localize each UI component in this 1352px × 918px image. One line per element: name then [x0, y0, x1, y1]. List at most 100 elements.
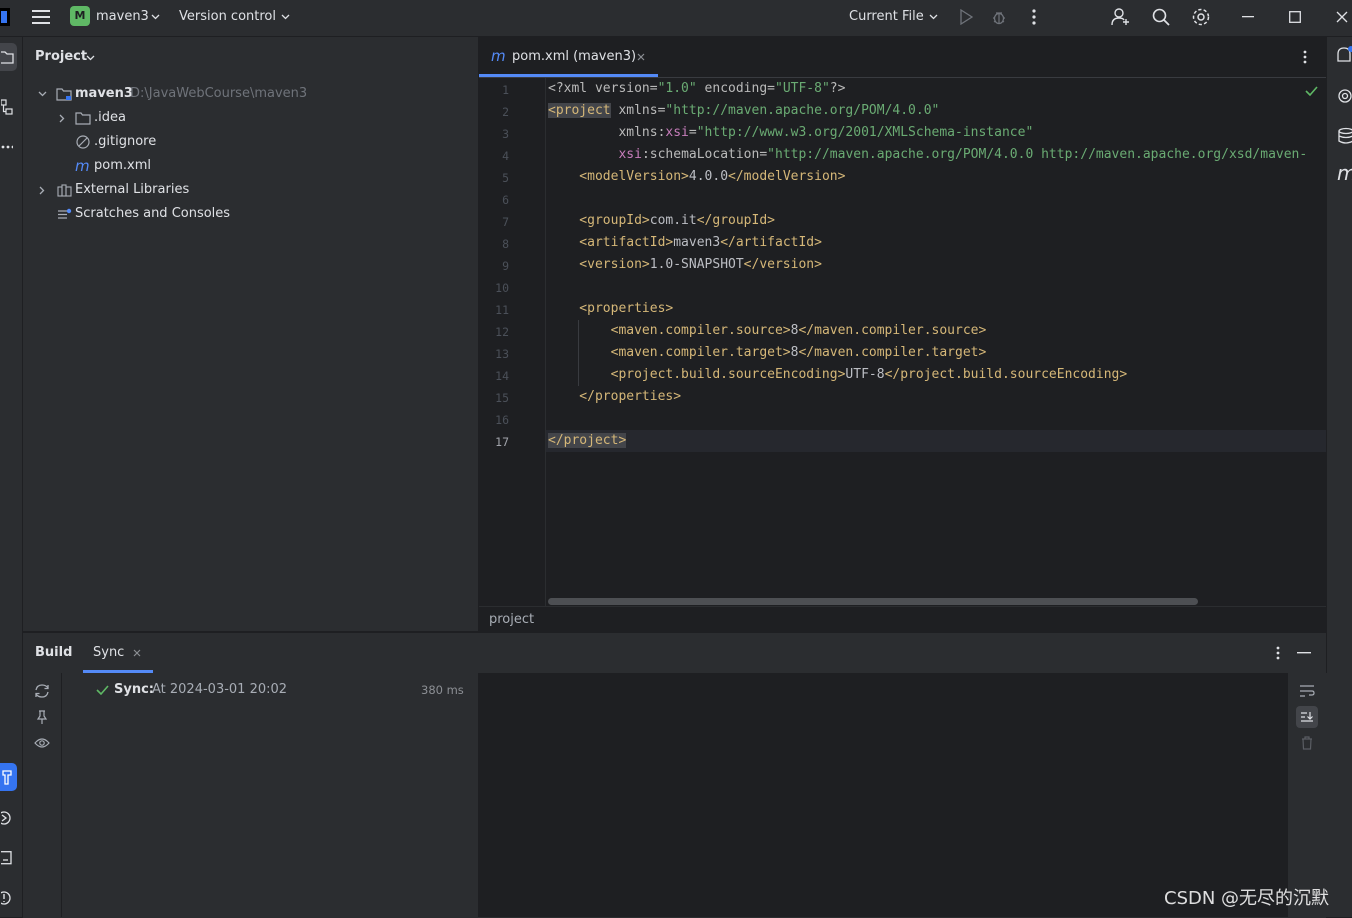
- close-window-icon[interactable]: [1332, 6, 1352, 28]
- soft-wrap-icon[interactable]: [1298, 682, 1316, 700]
- code-token: UTF-8: [845, 367, 885, 382]
- line-number: 5: [502, 171, 509, 185]
- code-line[interactable]: <version>1.0-SNAPSHOT</version>: [548, 254, 822, 276]
- breadcrumb-item[interactable]: project: [489, 612, 534, 627]
- code-line[interactable]: <groupId>com.it</groupId>: [548, 210, 775, 232]
- more-options-icon[interactable]: [1024, 7, 1044, 27]
- build-tree-row-sync[interactable]: Sync: At 2024-03-01 20:02 380 ms: [62, 679, 478, 701]
- code-token: <project.build.sourceEncoding>: [548, 367, 846, 382]
- code-token: =: [688, 125, 697, 140]
- folder-icon: [75, 110, 91, 126]
- code-line[interactable]: <project.build.sourceEncoding>UTF-8</pro…: [548, 364, 1128, 386]
- code-line[interactable]: <properties>: [548, 298, 673, 320]
- inspection-ok-check-icon[interactable]: [1303, 83, 1319, 99]
- breadcrumb: project: [479, 606, 1326, 632]
- build-options-icon[interactable]: [1270, 645, 1286, 661]
- eye-icon[interactable]: [33, 734, 51, 752]
- code-line[interactable]: <artifactId>maven3</artifactId>: [548, 232, 822, 254]
- tab-options-icon[interactable]: [1297, 49, 1313, 65]
- editor-tab-pom-xml[interactable]: m pom.xml (maven3): [479, 37, 658, 77]
- maven-file-icon: m: [491, 47, 506, 65]
- run-icon[interactable]: [956, 7, 976, 27]
- chevron-right-icon[interactable]: [37, 185, 47, 195]
- tree-item-external-libraries[interactable]: External Libraries: [23, 179, 478, 201]
- sync-refresh-icon[interactable]: [33, 682, 51, 700]
- project-tool-button[interactable]: [0, 43, 17, 71]
- chevron-down-icon[interactable]: [37, 89, 47, 99]
- run-config-dropdown[interactable]: Current File: [849, 9, 924, 24]
- project-panel-title[interactable]: Project: [35, 49, 87, 64]
- tab-sync[interactable]: Sync: [83, 633, 153, 673]
- services-tool-icon[interactable]: [0, 807, 14, 829]
- minimize-window-icon[interactable]: [1238, 6, 1258, 28]
- database-icon[interactable]: [1335, 125, 1352, 147]
- tree-item-gitignore[interactable]: .gitignore: [23, 131, 478, 153]
- line-number-current: 17: [495, 435, 509, 449]
- sync-status-label: Sync:: [114, 682, 154, 697]
- clear-all-trash-icon[interactable]: [1298, 734, 1316, 752]
- code-token: xmlns:: [548, 125, 666, 140]
- terminal-tool-icon[interactable]: [0, 847, 14, 869]
- chevron-down-icon: [85, 53, 95, 63]
- sync-status-detail: At 2024-03-01 20:02: [152, 682, 288, 697]
- code-token: <?xml version=: [548, 81, 658, 96]
- horizontal-scrollbar[interactable]: [548, 598, 1198, 605]
- line-number: 9: [502, 259, 509, 273]
- tree-item-idea[interactable]: .idea: [23, 107, 478, 129]
- code-token: 1.0-SNAPSHOT: [649, 257, 744, 272]
- project-name-dropdown[interactable]: maven3: [96, 9, 149, 24]
- code-token: </properties>: [548, 389, 682, 404]
- tree-item-label: pom.xml: [94, 158, 151, 173]
- pin-icon[interactable]: [33, 708, 51, 726]
- code-line[interactable]: xmlns:xsi="http://www.w3.org/2001/XMLSch…: [548, 122, 1033, 144]
- scroll-to-end-button[interactable]: [1296, 706, 1318, 728]
- code-token: "1.0": [657, 81, 697, 96]
- code-line[interactable]: <modelVersion>4.0.0</modelVersion>: [548, 166, 845, 188]
- project-tool-window: Project maven3 D:\JavaWebCourse\maven3 .…: [23, 37, 479, 631]
- code-token: <maven.compiler.target>: [548, 345, 791, 360]
- library-icon: [56, 182, 72, 198]
- code-line[interactable]: </properties>: [548, 386, 681, 408]
- line-number: 14: [495, 369, 509, 383]
- build-toolbar: [23, 673, 62, 917]
- code-line[interactable]: <project xmlns="http://maven.apache.org/…: [548, 100, 939, 122]
- notifications-bell-icon[interactable]: [1335, 45, 1352, 67]
- code-token: xmlns=: [610, 103, 666, 118]
- maximize-window-icon[interactable]: [1285, 6, 1305, 28]
- settings-gear-icon[interactable]: [1190, 6, 1212, 28]
- main-menu-icon[interactable]: [30, 6, 52, 28]
- chevron-right-icon[interactable]: [57, 113, 67, 123]
- problems-tool-icon[interactable]: [0, 887, 14, 909]
- line-number: 4: [502, 149, 509, 163]
- hide-panel-icon[interactable]: [1295, 645, 1313, 661]
- add-user-icon[interactable]: [1110, 6, 1132, 28]
- tree-item-pom-xml[interactable]: m pom.xml: [23, 155, 478, 177]
- code-line[interactable]: <maven.compiler.target>8</maven.compiler…: [548, 342, 987, 364]
- code-line[interactable]: <maven.compiler.source>8</maven.compiler…: [548, 320, 987, 342]
- code-token: </maven.compiler.source>: [798, 323, 987, 338]
- build-panel-title[interactable]: Build: [35, 645, 72, 660]
- success-check-icon: [95, 683, 109, 697]
- build-tool-button[interactable]: [0, 763, 17, 791]
- close-tab-icon[interactable]: [635, 51, 647, 63]
- module-folder-icon: [56, 86, 72, 102]
- code-line[interactable]: <?xml version="1.0" encoding="UTF-8"?>: [548, 78, 845, 100]
- close-tab-icon[interactable]: [132, 648, 142, 658]
- maven-tool-icon[interactable]: m: [1337, 161, 1352, 185]
- build-console-output[interactable]: [479, 673, 1287, 917]
- vcs-dropdown[interactable]: Version control: [179, 9, 276, 24]
- ai-assistant-icon[interactable]: [1335, 85, 1352, 107]
- code-token: </modelVersion>: [728, 169, 846, 184]
- more-tools-icon[interactable]: [0, 137, 14, 157]
- line-number: 12: [495, 325, 509, 339]
- debug-icon[interactable]: [989, 7, 1009, 27]
- tree-item-maven3[interactable]: maven3 D:\JavaWebCourse\maven3: [23, 83, 478, 105]
- active-tab-indicator: [479, 74, 658, 77]
- search-icon[interactable]: [1150, 6, 1172, 28]
- title-bar: M maven3 Version control Current File: [0, 0, 1352, 37]
- maven-file-icon: m: [75, 157, 90, 175]
- code-line[interactable]: </project>: [548, 430, 627, 452]
- code-line[interactable]: xsi:schemaLocation="http://maven.apache.…: [548, 144, 1307, 166]
- tree-item-scratches[interactable]: Scratches and Consoles: [23, 203, 478, 225]
- structure-tool-icon[interactable]: [0, 97, 14, 117]
